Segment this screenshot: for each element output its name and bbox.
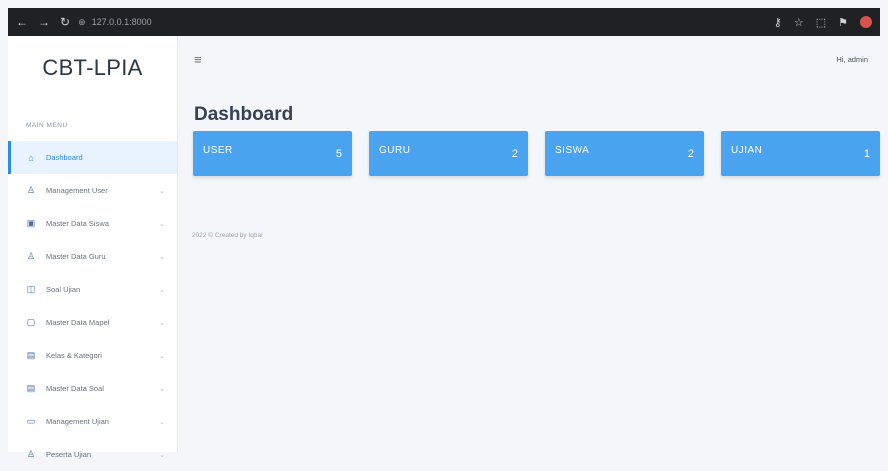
chevron-down-icon: ⌄ — [159, 253, 165, 261]
user-greeting[interactable]: Hi, admin — [836, 55, 868, 64]
bookmark-star-icon[interactable]: ☆ — [794, 16, 804, 29]
footer-text: 2022 © Created by Iqbal — [192, 232, 263, 239]
address-bar[interactable]: ⊕ 127.0.0.1:8000 — [78, 17, 152, 28]
site-info-icon[interactable]: ⊕ — [78, 17, 86, 28]
stat-card-label: USER — [203, 145, 233, 156]
sidebar-item-label: Kelas & Kategori — [46, 351, 102, 360]
stat-card-label: GURU — [379, 145, 411, 156]
menu-item-icon: ◫ — [26, 284, 36, 294]
key-icon[interactable]: ⚷ — [774, 16, 782, 29]
reload-icon[interactable]: ↻ — [60, 15, 70, 29]
sidebar-item-label: Master Data Siswa — [46, 219, 109, 228]
sidebar-item-label: Soal Ujian — [46, 285, 81, 294]
sidebar: CBT-LPIA MAIN MENU ⌂ Dashboard ♙ Management… — [8, 36, 178, 459]
stat-card-ujian[interactable]: UJIAN 1 — [721, 131, 880, 176]
chevron-down-icon: ⌄ — [159, 418, 165, 426]
browser-toolbar: ← → ↻ ⊕ 127.0.0.1:8000 ⚷ ☆ ⬚ ⚑ — [8, 8, 880, 36]
stat-card-label: SISWA — [555, 145, 590, 156]
sidebar-item-dashboard[interactable]: ⌂ Dashboard — [8, 141, 177, 174]
extension-icon[interactable]: ⬚ — [816, 16, 826, 29]
back-icon[interactable]: ← — [16, 15, 28, 29]
browser-actions: ⚷ ☆ ⬚ ⚑ — [774, 16, 872, 29]
stat-card-user[interactable]: USER 5 — [193, 131, 352, 176]
stat-cards: USER 5 GURU 2 SISWA 2 UJIAN 1 — [178, 126, 880, 176]
stat-card-label: UJIAN — [731, 145, 763, 156]
chevron-down-icon: ⌄ — [159, 220, 165, 228]
sidebar-item-label: Peserta Ujian — [46, 450, 92, 459]
sidebar-item-master-data-soal[interactable]: ▤ Master Data Soal ⌄ — [8, 372, 177, 405]
topbar: ≡ Hi, admin — [178, 36, 880, 82]
sidebar-item-soal-ujian[interactable]: ◫ Soal Ujian ⌄ — [8, 273, 177, 306]
profile-avatar[interactable] — [860, 16, 872, 28]
sidebar-item-label: Master Data Guru — [46, 252, 106, 261]
chevron-down-icon: ⌄ — [159, 286, 165, 294]
flag-icon[interactable]: ⚑ — [838, 16, 848, 29]
menu-item-icon: ▭ — [26, 416, 36, 426]
chevron-down-icon: ⌄ — [159, 385, 165, 393]
menu-item-icon: ♙ — [26, 251, 36, 261]
sidebar-menu: ⌂ Dashboard ♙ Management User ⌄ ▣ Master Data … — [8, 141, 177, 471]
sidebar-item-label: Master Data Soal — [46, 384, 104, 393]
hamburger-menu-icon[interactable]: ≡ — [194, 52, 202, 67]
chevron-down-icon: ⌄ — [159, 319, 165, 327]
sidebar-item-label: Management User — [46, 186, 108, 195]
menu-item-icon: ♙ — [26, 449, 36, 459]
sidebar-item-label: Dashboard — [46, 153, 83, 162]
sidebar-item-peserta-ujian[interactable]: ♙ Peserta Ujian ⌄ — [8, 438, 177, 471]
menu-item-icon: ♙ — [26, 185, 36, 195]
stat-card-value: 2 — [511, 148, 518, 160]
sidebar-item-management-user[interactable]: ♙ Management User ⌄ — [8, 174, 177, 207]
menu-item-icon: ⌂ — [28, 152, 34, 163]
menu-item-icon: ▢ — [26, 317, 36, 327]
menu-item-icon: ▣ — [26, 218, 36, 228]
browser-nav: ← → ↻ — [16, 15, 70, 29]
menu-item-icon: ▤ — [26, 383, 36, 393]
main-content: ≡ Hi, admin Dashboard USER 5 GURU 2 SISWA 2 UJ… — [178, 36, 880, 452]
sidebar-item-label: Management Ujian — [46, 417, 109, 426]
stat-card-value: 5 — [335, 148, 342, 160]
menu-item-icon: ▤ — [26, 350, 36, 360]
stat-card-value: 2 — [687, 148, 694, 160]
page-title: Dashboard — [194, 104, 294, 125]
sidebar-item-master-data-guru[interactable]: ♙ Master Data Guru ⌄ — [8, 240, 177, 273]
sidebar-item-management-ujian[interactable]: ▭ Management Ujian ⌄ — [8, 405, 177, 438]
stat-card-value: 1 — [863, 148, 870, 160]
sidebar-item-label: Master Data Mapel — [46, 318, 110, 327]
sidebar-item-master-data-mapel[interactable]: ▢ Master Data Mapel ⌄ — [8, 306, 177, 339]
stat-card-siswa[interactable]: SISWA 2 — [545, 131, 704, 176]
sidebar-item-kelas-kategori[interactable]: ▤ Kelas & Kategori ⌄ — [8, 339, 177, 372]
brand-logo[interactable]: CBT-LPIA — [8, 36, 177, 100]
address-text: 127.0.0.1:8000 — [91, 17, 152, 27]
stat-card-guru[interactable]: GURU 2 — [369, 131, 528, 176]
sidebar-item-master-data-siswa[interactable]: ▣ Master Data Siswa ⌄ — [8, 207, 177, 240]
forward-icon[interactable]: → — [38, 15, 50, 29]
chevron-down-icon: ⌄ — [159, 352, 165, 360]
menu-section-header: MAIN MENU — [26, 122, 68, 129]
chevron-down-icon: ⌄ — [159, 187, 165, 195]
